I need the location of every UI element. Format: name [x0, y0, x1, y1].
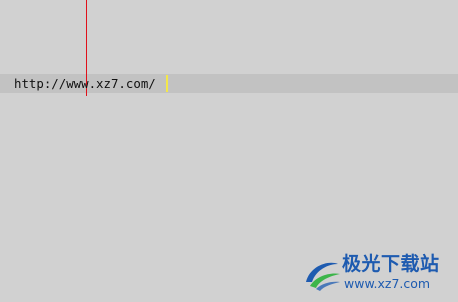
watermark-title: 极光下载站	[342, 253, 440, 275]
text-caret	[166, 75, 168, 92]
editor-line-1[interactable]: http://www.xz7.com/	[14, 75, 156, 92]
watermark-url: www.xz7.com	[344, 276, 431, 291]
aurora-swirl-icon	[306, 262, 340, 291]
watermark: 极光下载站 www.xz7.com	[302, 252, 450, 296]
